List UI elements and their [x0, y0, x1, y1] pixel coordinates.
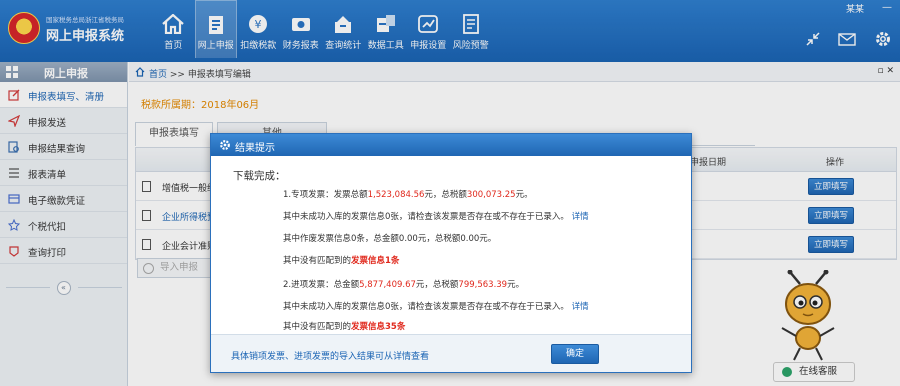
text: 其中没有匹配到的: [283, 322, 352, 332]
tax-amount: 799,563.39: [458, 280, 508, 290]
text: 元。: [507, 280, 525, 290]
dialog-footer: 具体销项发票、进项发票的导入结果可从详情查看 确定: [211, 334, 691, 372]
gear-icon: [220, 140, 230, 150]
text: 元，总税额: [424, 190, 467, 200]
footer-tip: 具体销项发票、进项发票的导入结果可从详情查看: [231, 352, 430, 362]
tax-amount: 300,073.25: [466, 190, 516, 200]
result-line: 其中未成功入库的发票信息0张，请检查该发票是否存在或不存在于已录入。 详情: [283, 210, 589, 222]
text: 元。: [515, 190, 533, 200]
result-line: 其中没有匹配到的发票信息1条: [283, 254, 399, 266]
highlight: 发票信息1条: [351, 256, 400, 266]
text: 1.专项发票：发票总额: [283, 190, 368, 200]
details-link[interactable]: 详情: [572, 302, 589, 312]
text: 元，总税额: [415, 280, 459, 290]
result-line: 1.专项发票：发票总额1,523,084.56元，总税额300,073.25元。: [283, 188, 533, 200]
dialog-titlebar: 结果提示: [211, 134, 691, 156]
details-link[interactable]: 详情: [572, 212, 589, 222]
highlight: 发票信息35条: [351, 322, 406, 332]
amount: 5,877,409.67: [359, 280, 416, 290]
text: 其中未成功入库的发票信息0张，请检查该发票是否存在或不存在于已录入。: [283, 212, 569, 222]
result-heading: 下载完成：: [233, 170, 286, 182]
dialog-title: 结果提示: [235, 143, 275, 154]
text: 其中没有匹配到的: [283, 256, 352, 266]
ok-button[interactable]: 确定: [551, 344, 599, 364]
result-line: 其中作废发票信息0条，总金额0.00元，总税额0.00元。: [283, 234, 497, 244]
result-dialog: 结果提示 下载完成： 1.专项发票：发票总额1,523,084.56元，总税额3…: [210, 133, 692, 373]
text: 2.进项发票：总金额: [283, 280, 360, 290]
text: 其中未成功入库的发票信息0张，请检查该发票是否存在或不存在于已录入。: [283, 302, 569, 312]
result-line: 其中未成功入库的发票信息0张，请检查该发票是否存在或不存在于已录入。 详情: [283, 300, 589, 312]
result-line: 其中没有匹配到的发票信息35条: [283, 320, 405, 332]
dialog-body: 下载完成： 1.专项发票：发票总额1,523,084.56元，总税额300,07…: [211, 156, 691, 332]
amount: 1,523,084.56: [367, 190, 425, 200]
result-line: 2.进项发票：总金额5,877,409.67元，总税额799,563.39元。: [283, 278, 524, 290]
